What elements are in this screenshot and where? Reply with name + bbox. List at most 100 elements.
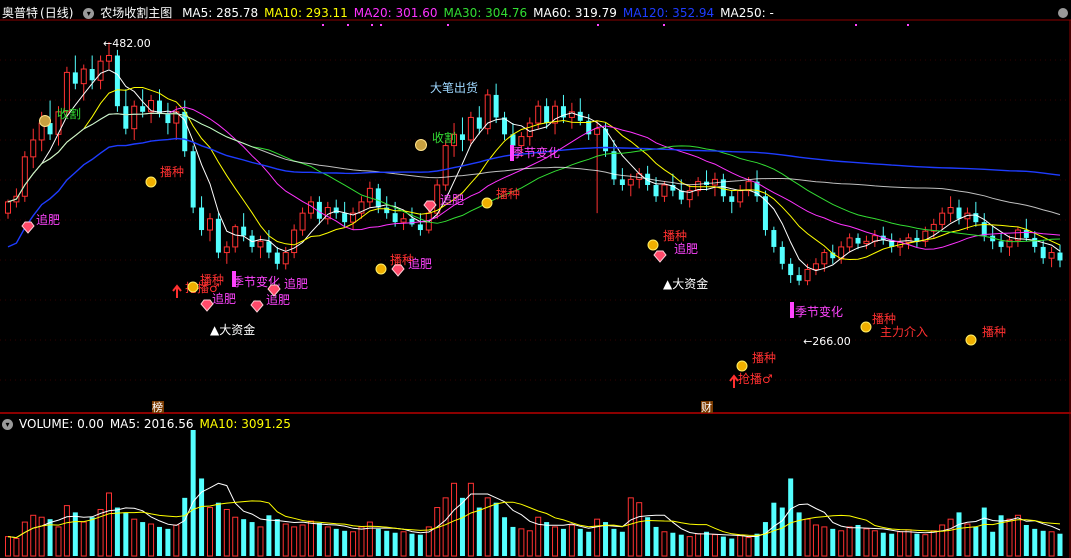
candle-body — [400, 218, 407, 223]
volume-bar — [855, 524, 861, 556]
signal-marker-label: 追肥 — [212, 291, 236, 306]
diamond-icon — [423, 200, 437, 213]
signal-marker-label: ▲大资金 — [663, 276, 708, 291]
candle-body — [544, 106, 550, 124]
volume-bar — [686, 536, 693, 557]
volume-bar — [804, 518, 811, 557]
candle-body — [771, 230, 777, 247]
volume-bar — [695, 533, 702, 557]
volume-bar — [1040, 530, 1046, 556]
candle-body — [80, 68, 87, 85]
candle-body — [1023, 230, 1029, 238]
diamond-icon — [250, 300, 264, 313]
candle-body — [190, 151, 196, 208]
candle-body — [956, 207, 962, 219]
candle-body — [779, 246, 785, 264]
gold-coin-icon — [860, 321, 872, 333]
signal-dot — [347, 24, 349, 26]
volume-bar — [123, 512, 129, 556]
volume-bar — [400, 531, 407, 557]
diamond-icon — [200, 299, 214, 312]
gold-coin-icon — [647, 239, 659, 251]
volume-bar — [232, 516, 239, 557]
candle-body — [232, 226, 239, 248]
candle-body — [342, 213, 348, 223]
signal-marker-label: 追肥 — [284, 276, 308, 291]
volume-bar — [199, 478, 205, 556]
signal-dot — [371, 24, 373, 26]
volume-bar — [779, 507, 785, 556]
signal-dot — [447, 24, 449, 26]
candle-body — [611, 151, 617, 180]
candle-body — [493, 94, 499, 118]
volume-bar — [342, 530, 348, 556]
volume-bar — [568, 524, 575, 557]
volume-bar — [922, 534, 929, 557]
volume-bar — [737, 535, 744, 557]
kline-chart[interactable]: ←482.00←266.00收割追肥播种播种抢播♂ 季节变化 追肥追肥 追肥▲大资金大… — [0, 0, 1071, 558]
volume-bar — [493, 502, 499, 556]
signal-marker-label: 追肥 — [36, 212, 60, 227]
candle-body — [266, 241, 272, 253]
candle-body — [1032, 237, 1038, 247]
candle-body — [21, 156, 28, 197]
volume-bar — [594, 518, 601, 557]
signal-marker-label: 季节变化 — [795, 304, 843, 319]
candle-body — [619, 179, 625, 185]
candle-body — [788, 263, 794, 276]
signal-marker-label: 抢播♂ — [738, 371, 773, 386]
volume-bar — [720, 536, 726, 556]
candle-body — [711, 178, 718, 186]
signal-marker-label: 主力介入 — [880, 325, 928, 339]
volume-bar — [863, 528, 870, 557]
signal-dot — [663, 24, 665, 26]
volume-bar — [1006, 518, 1013, 557]
volume-bar — [964, 523, 971, 557]
candle-body — [661, 184, 668, 197]
volume-bar — [105, 492, 112, 557]
volume-bar — [417, 534, 423, 556]
candle-body — [409, 218, 415, 225]
signal-dot — [855, 24, 857, 26]
signal-marker-label: ▲大资金 — [210, 322, 255, 337]
volume-bar — [114, 507, 120, 556]
volume-bar — [914, 533, 920, 556]
volume-bar — [89, 517, 95, 556]
volume-bar — [434, 507, 441, 557]
volume-bar — [603, 522, 609, 556]
volume-bar — [981, 507, 987, 556]
candle-body — [1040, 246, 1046, 259]
candle-body — [1057, 252, 1063, 261]
candle-body — [476, 117, 482, 129]
volume-bar — [745, 537, 752, 557]
volume-bar — [502, 517, 508, 556]
signal-marker-label: 收割 — [432, 130, 456, 145]
signal-marker-label: 播种 — [663, 229, 687, 243]
volume-bar — [190, 430, 196, 556]
volume-bar — [796, 512, 802, 556]
volume-bar — [577, 528, 583, 556]
candle-body — [998, 241, 1004, 247]
volume-bar — [249, 522, 255, 556]
volume-bar — [1048, 531, 1055, 557]
candle-body — [518, 136, 525, 147]
money-bag-icon — [39, 115, 51, 127]
candle-body — [72, 72, 78, 84]
volume-bar — [366, 521, 373, 557]
candle-body — [215, 218, 221, 253]
volume-bar — [645, 517, 651, 556]
candle-body — [366, 187, 373, 203]
volume-bar — [518, 528, 525, 557]
volume-bar — [299, 524, 306, 557]
candle-body — [939, 212, 946, 225]
volume-bar — [788, 478, 794, 556]
candle-body — [627, 178, 634, 186]
signal-marker-label: 播种 — [160, 165, 184, 179]
signal-marker-label: 收割 — [57, 106, 81, 121]
signal-marker-label: 追肥 — [266, 292, 290, 307]
signal-marker-label: 季节变化 — [512, 145, 560, 160]
volume-bar — [619, 531, 625, 556]
candle-body — [392, 213, 398, 223]
candle-body — [535, 105, 542, 124]
volume-bar — [846, 526, 853, 557]
